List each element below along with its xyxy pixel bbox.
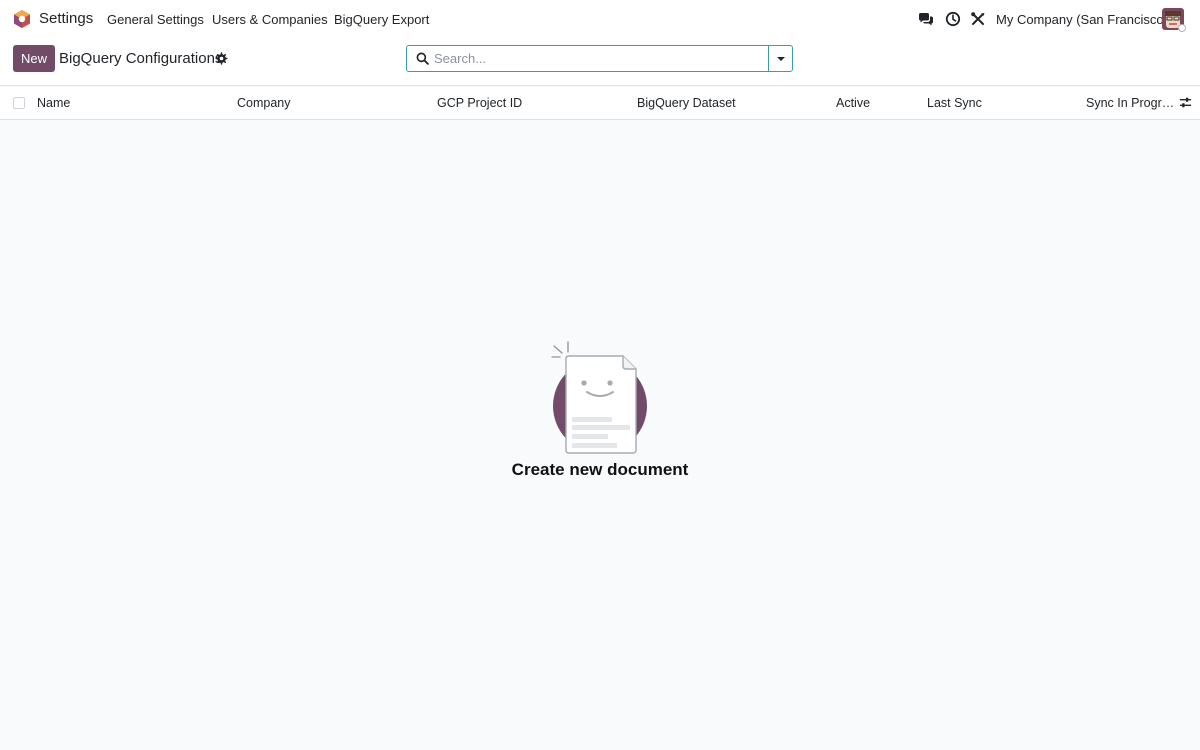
- company-switcher[interactable]: My Company (San Francisco): [996, 12, 1168, 27]
- column-header-gcp-project-id[interactable]: GCP Project ID: [437, 96, 522, 110]
- column-header-sync-in-progress[interactable]: Sync In Progr…: [1086, 96, 1174, 110]
- chat-icon[interactable]: [918, 11, 934, 27]
- empty-state-title: Create new document: [511, 460, 689, 479]
- search-icon: [416, 52, 429, 65]
- column-header-active[interactable]: Active: [836, 96, 870, 110]
- column-header-name[interactable]: Name: [37, 96, 70, 110]
- new-button[interactable]: New: [13, 45, 55, 72]
- app-logo-icon[interactable]: [12, 9, 32, 29]
- page-title: BigQuery Configurations: [59, 50, 223, 67]
- search-input[interactable]: [434, 46, 764, 71]
- column-header-bigquery-dataset[interactable]: BigQuery Dataset: [637, 96, 736, 110]
- menu-general-settings[interactable]: General Settings: [107, 12, 204, 27]
- column-header-last-sync[interactable]: Last Sync: [927, 96, 982, 110]
- menu-bigquery-export[interactable]: BigQuery Export: [334, 12, 429, 27]
- list-header: Name Company GCP Project ID BigQuery Dat…: [0, 87, 1200, 120]
- column-header-company[interactable]: Company: [237, 96, 291, 110]
- optional-columns-icon[interactable]: [1179, 96, 1192, 109]
- gear-icon[interactable]: [215, 52, 228, 65]
- search-box: [406, 45, 769, 72]
- empty-document-illustration: [551, 341, 647, 454]
- search-options-toggle[interactable]: [768, 45, 793, 72]
- select-all-checkbox[interactable]: [13, 97, 25, 109]
- tools-icon[interactable]: [970, 11, 986, 27]
- app-name[interactable]: Settings: [39, 10, 93, 27]
- presence-status-dot: [1178, 24, 1186, 32]
- clock-icon[interactable]: [945, 11, 961, 27]
- menu-users-companies[interactable]: Users & Companies: [212, 12, 328, 27]
- caret-down-icon: [777, 57, 785, 61]
- top-navbar: Settings General Settings Users & Compan…: [0, 0, 1200, 38]
- control-panel: New BigQuery Configurations: [0, 38, 1200, 86]
